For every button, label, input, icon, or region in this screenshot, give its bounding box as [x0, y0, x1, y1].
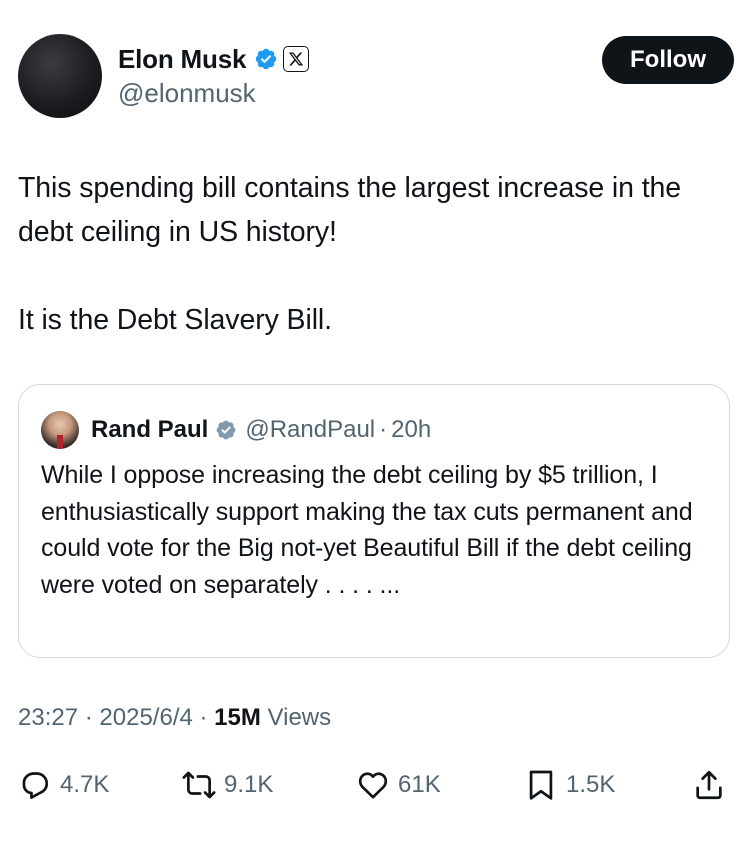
- author-name[interactable]: Elon Musk: [118, 44, 246, 75]
- follow-button[interactable]: Follow: [602, 36, 734, 84]
- like-button[interactable]: 61K: [356, 768, 441, 802]
- views-label: Views: [267, 704, 332, 731]
- bookmark-icon: [529, 770, 553, 800]
- author-handle[interactable]: @elonmusk: [118, 78, 256, 109]
- views-count: 15M: [214, 704, 261, 731]
- repost-count: 9.1K: [224, 771, 274, 798]
- reply-count: 4.7K: [60, 771, 110, 798]
- repost-button[interactable]: 9.1K: [182, 768, 273, 802]
- x-logo-icon: [283, 46, 310, 72]
- tweet-date[interactable]: 2025/6/4: [99, 704, 192, 731]
- meta-separator: ·: [199, 704, 208, 731]
- verified-badge-icon: [215, 419, 237, 441]
- tweet-header: Elon Musk @elonmusk Follow: [18, 34, 734, 124]
- share-icon: [696, 770, 722, 800]
- like-count: 61K: [398, 771, 441, 798]
- quoted-tweet[interactable]: Rand Paul @RandPaul · 20h While I oppose…: [18, 384, 730, 658]
- quoted-author-avatar: [41, 411, 79, 449]
- bookmark-button[interactable]: 1.5K: [524, 768, 615, 802]
- bookmark-count: 1.5K: [566, 771, 616, 798]
- tweet-meta: 23:27 · 2025/6/4 · 15M Views: [18, 704, 331, 732]
- author-name-row: Elon Musk: [118, 42, 310, 76]
- reply-button[interactable]: 4.7K: [18, 768, 109, 802]
- action-bar: 4.7K 9.1K 61K 1.5K: [18, 768, 732, 808]
- quoted-tweet-header: Rand Paul @RandPaul · 20h: [91, 411, 431, 449]
- meta-separator: ·: [84, 704, 93, 731]
- quoted-author-name: Rand Paul: [91, 416, 209, 443]
- verified-badge-icon: [254, 47, 278, 71]
- share-button[interactable]: [692, 768, 726, 802]
- quoted-author-handle: @RandPaul: [245, 416, 376, 443]
- tweet-time[interactable]: 23:27: [18, 704, 78, 731]
- reply-icon: [22, 772, 49, 799]
- quoted-separator: ·: [379, 416, 388, 443]
- quoted-time: 20h: [391, 416, 432, 443]
- tweet-text: This spending bill contains the largest …: [18, 172, 682, 336]
- author-avatar[interactable]: [18, 34, 102, 118]
- repost-icon: [182, 771, 216, 799]
- heart-icon: [358, 772, 388, 799]
- quoted-tweet-text: While I oppose increasing the debt ceili…: [41, 461, 693, 599]
